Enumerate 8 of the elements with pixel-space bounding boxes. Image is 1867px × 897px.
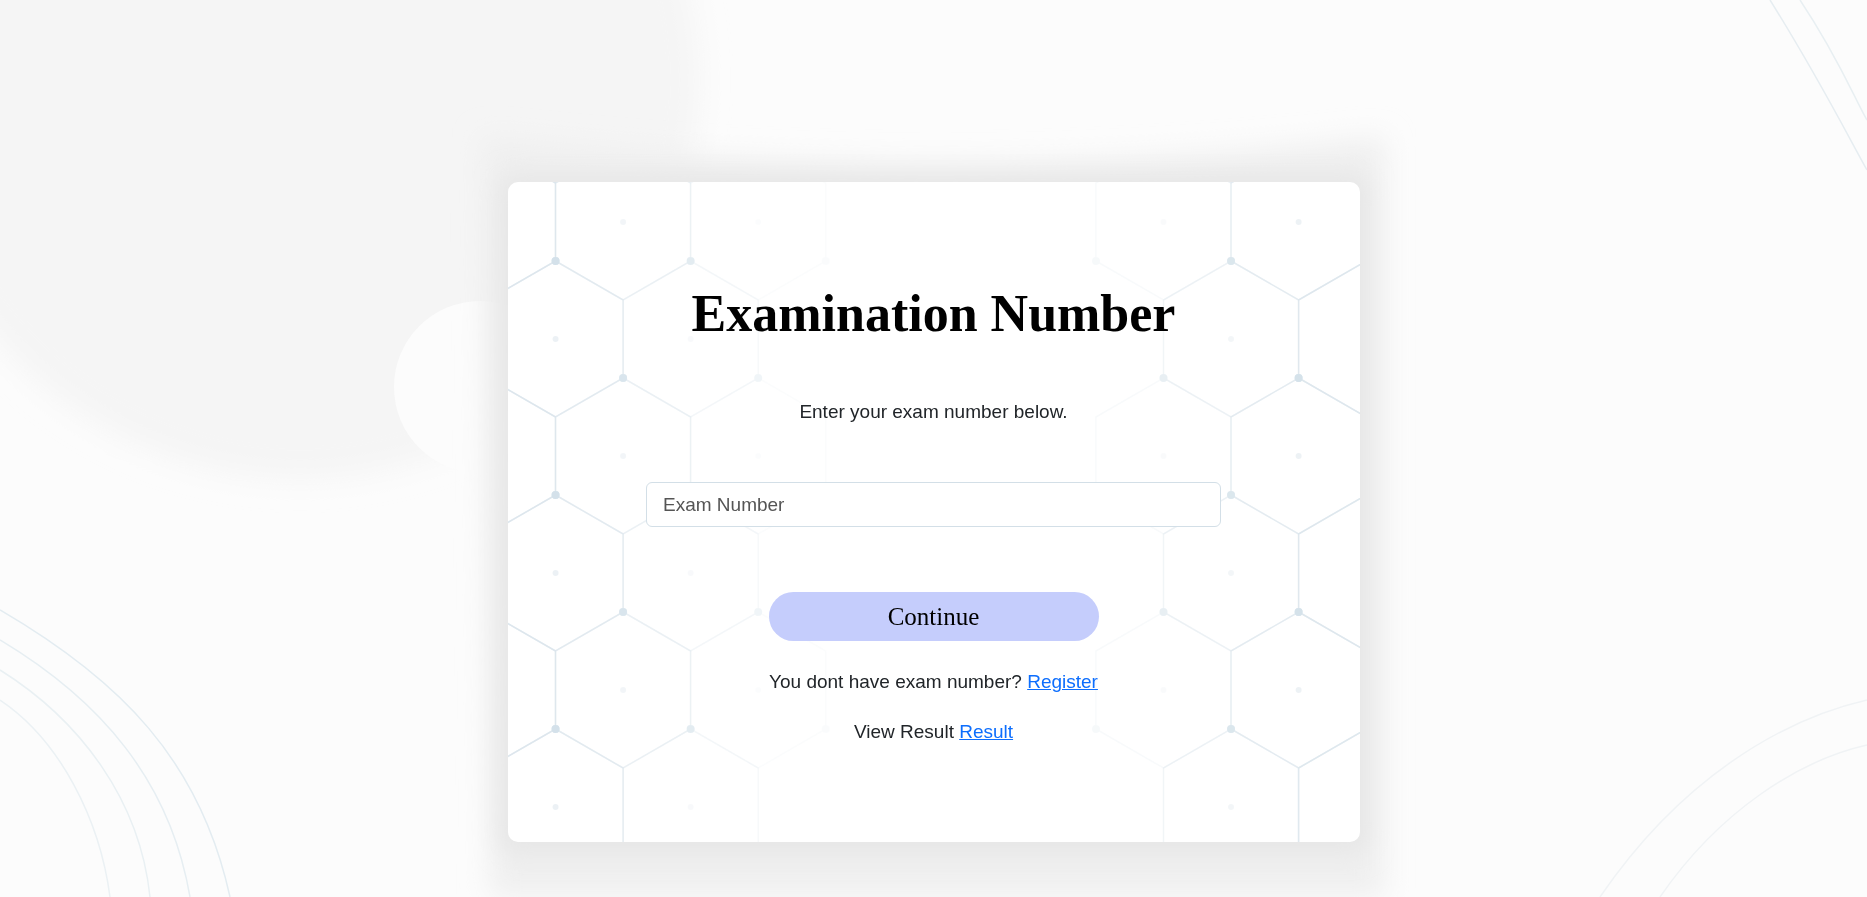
- link[interactable]: Register: [1027, 671, 1098, 692]
- link-prompt: You dont have exam number? Register: [769, 670, 1098, 694]
- link[interactable]: Result: [959, 721, 1014, 742]
- continue-button[interactable]: Continue: [768, 592, 1099, 641]
- page-title: Examination Number: [691, 284, 1176, 344]
- exam-number-field[interactable]: Exam Number: [646, 482, 1221, 527]
- instruction-text: Enter your exam number below.: [799, 400, 1068, 424]
- link-prompt: View Result Result: [853, 720, 1014, 744]
